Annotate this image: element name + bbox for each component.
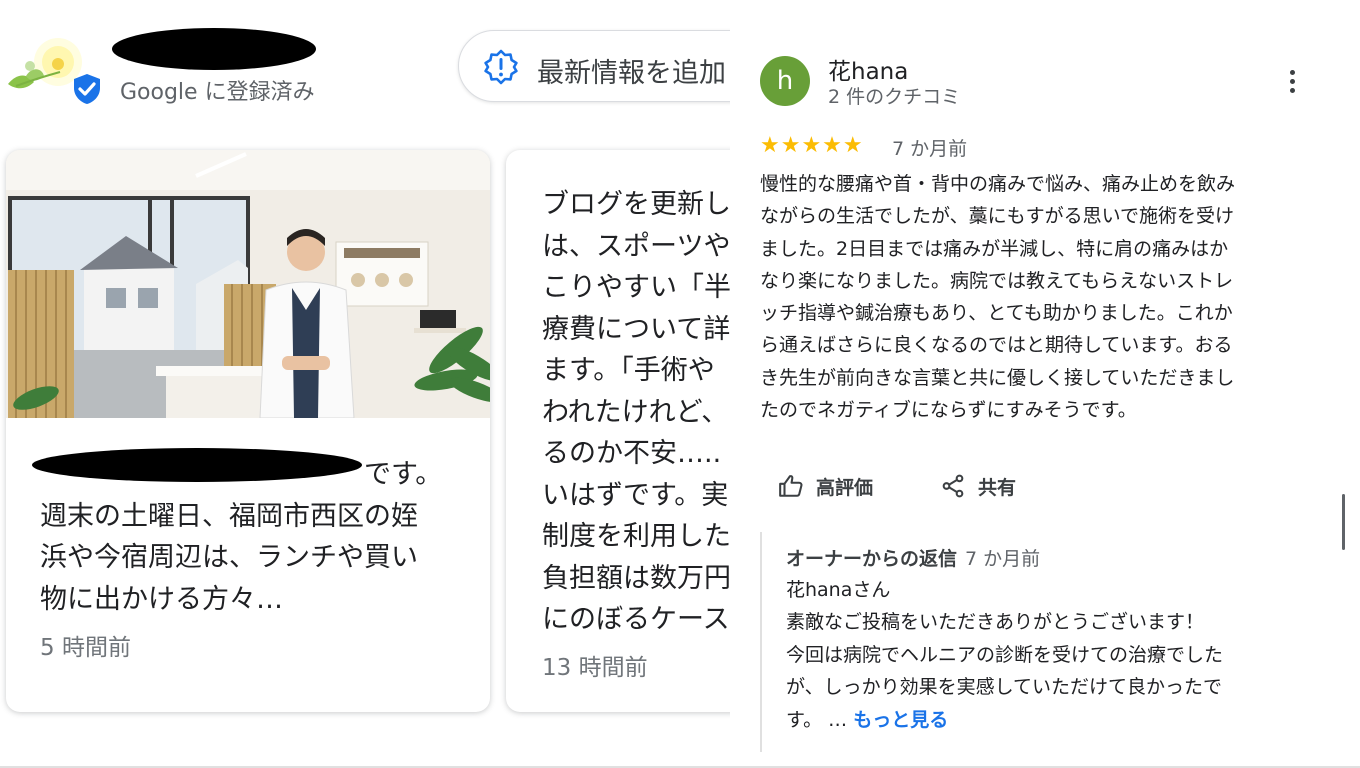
post-line: ブログを更新し [542, 189, 730, 220]
owner-reply-line: 花hanaさん [786, 579, 891, 601]
review-line: ました。2日目までは痛みが半減し、特に肩の痛みはか [760, 237, 1229, 260]
post-line: ます。「手術や [542, 355, 715, 386]
like-label: 高評価 [816, 476, 874, 499]
star-rating: ★★★★★ [760, 133, 864, 158]
add-update-label: 最新情報を追加 [537, 58, 726, 89]
clinic-photo [6, 150, 490, 418]
owner-reply-divider [760, 532, 762, 752]
share-icon [942, 474, 964, 498]
reviewer-name[interactable]: 花hana [828, 52, 908, 86]
review-panel: h 花hana 2 件のクチコミ ★★★★★ 7 か月前 慢性的な腰痛や首・背中… [730, 0, 1360, 768]
post-line: いはずです。実 [542, 479, 729, 511]
owner-reply-text: 花hanaさん 素敵なご投稿をいただきありがとうございます！ 今回は病院でヘルニ… [786, 574, 1223, 736]
post-line: にのぼるケース [542, 604, 730, 635]
add-update-button[interactable]: 最新情報を追加 [458, 30, 730, 102]
owner-reply-heading: オーナーからの返信 [786, 548, 958, 570]
post-snippet: です。 週末の土曜日、福岡市西区の姪 浜や今宿周辺は、ランチや買い 物に出かける… [40, 454, 442, 620]
post-line: 負担額は数万円 [542, 562, 730, 594]
like-button[interactable]: 高評価 [778, 470, 873, 502]
scrollbar-thumb[interactable] [1342, 494, 1345, 550]
post-timestamp: 13 時間前 [542, 655, 648, 681]
thumb-up-icon [779, 475, 803, 497]
review-line: ながらの生活でしたが、藁にもすがる思いで施術を受け [760, 205, 1235, 228]
post-line: 療費について詳 [542, 313, 730, 345]
post-line: こりやすい「半 [542, 272, 730, 303]
post-line: です。 [364, 459, 443, 490]
post-line: は、スポーツや [542, 230, 730, 262]
owner-reply-line: が、しっかり効果を実感していただけて良かったで [786, 676, 1223, 699]
owner-reply-date: 7 か月前 [965, 548, 1041, 570]
verified-label: Google に登録済み [120, 80, 315, 105]
review-line: き先生が前向きな言葉と共に優しく接していただきまし [760, 366, 1235, 389]
post-line: 制度を利用した [542, 521, 730, 552]
owner-reply-line-last: す。 … もっと見る [786, 704, 1223, 736]
review-text: 慢性的な腰痛や首・背中の痛みで悩み、痛み止めを飲み ながらの生活でしたが、藁にも… [760, 168, 1330, 426]
review-date: 7 か月前 [892, 138, 968, 160]
post-card[interactable]: です。 週末の土曜日、福岡市西区の姪 浜や今宿周辺は、ランチや買い 物に出かける… [6, 150, 490, 712]
post-card[interactable]: ブログを更新し は、スポーツや こりやすい「半 療費について詳 ます。「手術や … [506, 150, 730, 712]
post-line: るのか不安….. [542, 438, 722, 469]
share-label: 共有 [978, 476, 1017, 499]
review-line: なり楽になりました。病院では教えてもらえないストレ [760, 269, 1234, 292]
more-link[interactable]: もっと見る [853, 709, 948, 731]
review-line: ッチ指導や鍼治療もあり、とても助かりました。これか [760, 302, 1233, 325]
owner-reply-line: 素敵なご投稿をいただきありがとうございます！ [786, 611, 1205, 634]
owner-reply-line: 今回は病院でヘルニアの診断を受けての治療でした [786, 643, 1224, 666]
share-button[interactable]: 共有 [940, 470, 1016, 502]
more-vert-icon[interactable] [1282, 70, 1302, 98]
review-line: 慢性的な腰痛や首・背中の痛みで悩み、痛み止めを飲み [760, 173, 1236, 195]
post-timestamp: 5 時間前 [40, 635, 131, 661]
avatar[interactable]: h [760, 56, 810, 106]
post-snippet: ブログを更新し は、スポーツや こりやすい「半 療費について詳 ます。「手術や … [542, 184, 730, 641]
review-line: たのでネガティブにならずにすみそうです。 [760, 399, 1137, 422]
owner-reply-tail: す。 … [786, 708, 854, 731]
verified-shield-icon [74, 74, 100, 104]
alert-badge-icon [484, 49, 518, 85]
post-line: 物に出かける方々… [40, 583, 283, 615]
post-line: われたけれど、 [542, 396, 729, 428]
reviewer-review-count[interactable]: 2 件のクチコミ [828, 82, 960, 109]
business-profile-panel: Google に登録済み 最新情報を追加 です。 週末の土曜日、福岡市西区の姪 … [0, 0, 730, 768]
review-line: ら通えばさらに良くなるのではと期待しています。おる [760, 334, 1233, 357]
post-line: 週末の土曜日、福岡市西区の姪 [40, 500, 418, 532]
redaction-mark [112, 28, 316, 70]
owner-reply-header: オーナーからの返信 7 か月前 [786, 544, 1040, 571]
post-line: 浜や今宿周辺は、ランチや買い [40, 542, 418, 573]
